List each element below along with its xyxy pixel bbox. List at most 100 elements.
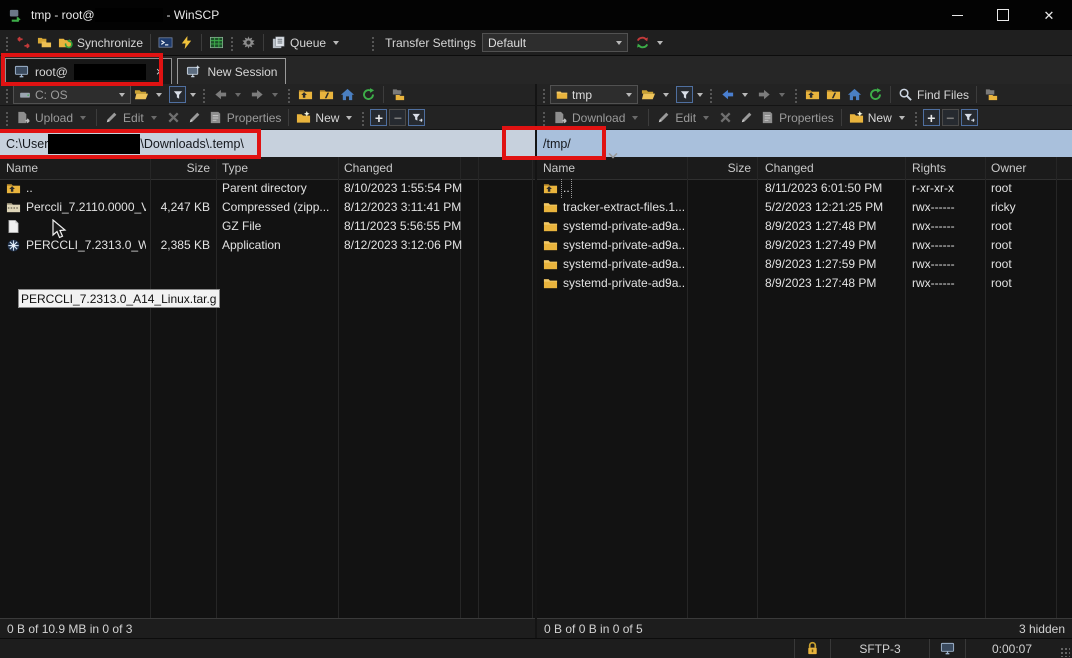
delete-button[interactable] [163, 108, 184, 127]
tab-close-icon[interactable]: × [156, 64, 164, 79]
local-address-bar[interactable]: C:\User \Downloads\.temp\ [0, 130, 535, 157]
column-header-type[interactable]: Type [222, 157, 334, 179]
mouse-cursor [52, 219, 68, 241]
unselect-button[interactable]: − [942, 109, 959, 126]
transfer-options-button[interactable] [632, 33, 669, 52]
root-directory-button[interactable] [316, 85, 337, 104]
column-header-owner[interactable]: Owner [991, 157, 1051, 179]
back-button[interactable] [210, 85, 247, 104]
file-row[interactable]: systemd-private-ad9a... 8/9/2023 1:27:59… [537, 255, 1072, 274]
back-button[interactable] [717, 85, 754, 104]
protocol-status[interactable]: SFTP-3 [830, 639, 929, 658]
rename-input[interactable] [18, 289, 220, 308]
synchronize-button[interactable]: Synchronize [55, 33, 146, 52]
open-directory-button[interactable] [131, 85, 168, 104]
queue-button[interactable]: Queue [268, 33, 345, 52]
toolbar-grip[interactable] [361, 110, 366, 126]
minimize-button[interactable] [934, 0, 980, 30]
transfer-preset-combo[interactable]: Default [482, 33, 628, 52]
toolbar-grip[interactable] [542, 87, 547, 103]
toolbar-grip[interactable] [230, 35, 235, 51]
toolbar-grip[interactable] [5, 35, 10, 51]
file-row[interactable]: systemd-private-ad9a... 8/9/2023 1:27:48… [537, 217, 1072, 236]
toolbar-grip[interactable] [202, 87, 207, 103]
column-header-changed[interactable]: Changed [344, 157, 456, 179]
resize-grip[interactable] [1060, 647, 1070, 657]
home-directory-button[interactable] [844, 85, 865, 104]
new-button[interactable]: New [293, 108, 358, 127]
copy-path-button[interactable] [981, 85, 1002, 104]
refresh-session-button[interactable] [206, 33, 227, 52]
file-row[interactable]: .. Parent directory 8/10/2023 1:55:54 PM [0, 179, 535, 198]
local-path-redaction [48, 134, 140, 154]
sync-arrows-icon [635, 35, 650, 50]
rename-button[interactable] [184, 108, 205, 127]
properties-button[interactable]: Properties [205, 108, 285, 127]
forward-button[interactable] [754, 85, 791, 104]
compare-directories-button[interactable] [13, 33, 34, 52]
edit-button[interactable]: Edit [653, 108, 715, 127]
session-tab[interactable]: root@ × [5, 58, 172, 84]
home-directory-button[interactable] [337, 85, 358, 104]
download-button[interactable]: Download [550, 108, 644, 127]
drive-combo[interactable]: C: OS [13, 85, 131, 104]
forward-button[interactable] [247, 85, 284, 104]
column-header-rights[interactable]: Rights [912, 157, 982, 179]
toolbar-grip[interactable] [542, 110, 547, 126]
toolbar-grip[interactable] [5, 87, 10, 103]
refresh-button[interactable] [358, 85, 379, 104]
run-command-button[interactable] [176, 33, 197, 52]
encryption-status[interactable] [794, 639, 830, 658]
edit-button[interactable]: Edit [101, 108, 163, 127]
parent-directory-button[interactable] [802, 85, 823, 104]
parent-directory-button[interactable] [295, 85, 316, 104]
upload-button[interactable]: Upload [13, 108, 92, 127]
synchronize-browsing-button[interactable] [34, 33, 55, 52]
file-row[interactable]: systemd-private-ad9a... 8/9/2023 1:27:49… [537, 236, 1072, 255]
preferences-button[interactable] [238, 33, 259, 52]
column-header-size[interactable]: Size [150, 157, 210, 179]
window-title: tmp - root@ [31, 8, 95, 22]
open-console-button[interactable] [155, 33, 176, 52]
unselect-button[interactable]: − [389, 109, 406, 126]
column-header-name[interactable]: Name [6, 157, 146, 179]
find-files-button[interactable]: Find Files [895, 85, 972, 104]
column-header-changed[interactable]: Changed [765, 157, 905, 179]
new-button[interactable]: New [846, 108, 911, 127]
remote-dir-combo[interactable]: tmp [550, 85, 638, 104]
open-directory-button[interactable] [638, 85, 675, 104]
column-header-name[interactable]: Name [543, 157, 685, 179]
chevron-down-icon [703, 116, 709, 120]
maximize-button[interactable] [980, 0, 1026, 30]
file-row-renaming[interactable]: GZ File 8/11/2023 5:56:55 PM [0, 217, 535, 236]
column-header-size[interactable]: Size [689, 157, 751, 179]
select-button[interactable]: + [370, 109, 387, 126]
toolbar-grip[interactable] [794, 87, 799, 103]
toolbar-grip[interactable] [371, 35, 376, 51]
file-row[interactable]: tracker-extract-files.1... 5/2/2023 12:2… [537, 198, 1072, 217]
selection-filter-button[interactable] [961, 109, 978, 126]
file-row[interactable]: systemd-private-ad9a... 8/9/2023 1:27:48… [537, 274, 1072, 293]
delete-button[interactable] [715, 108, 736, 127]
toolbar-grip[interactable] [914, 110, 919, 126]
toolbar-grip[interactable] [5, 110, 10, 126]
rename-button[interactable] [736, 108, 757, 127]
remote-panel: tmp Find Files [537, 84, 1072, 638]
file-row[interactable]: PERCCLI_7.2313.0_Wi... 2,385 KB Applicat… [0, 236, 535, 255]
root-directory-button[interactable] [823, 85, 844, 104]
toolbar-grip[interactable] [709, 87, 714, 103]
filter-button[interactable] [169, 86, 186, 103]
close-button[interactable]: ✕ [1026, 0, 1072, 30]
queue-label: Queue [290, 36, 326, 50]
file-row[interactable]: .. 8/11/2023 6:01:50 PM r-xr-xr-x root [537, 179, 1072, 198]
selection-filter-button[interactable] [408, 109, 425, 126]
session-status[interactable] [929, 639, 965, 658]
properties-button[interactable]: Properties [757, 108, 837, 127]
new-session-tab[interactable]: New Session [177, 58, 286, 84]
toolbar-grip[interactable] [287, 87, 292, 103]
filter-button[interactable] [676, 86, 693, 103]
copy-path-button[interactable] [388, 85, 409, 104]
refresh-button[interactable] [865, 85, 886, 104]
file-row[interactable]: Perccli_7.2110.0000_V... 4,247 KB Compre… [0, 198, 535, 217]
select-button[interactable]: + [923, 109, 940, 126]
